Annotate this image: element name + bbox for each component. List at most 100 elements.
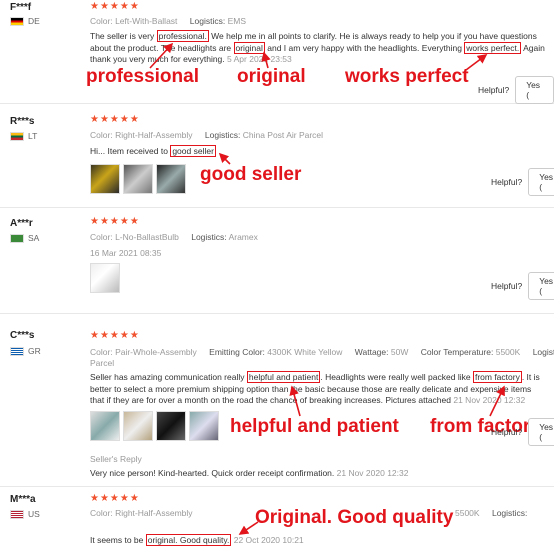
review-1: F***f DE ★★★★★ Color: Left-With-Ballast … bbox=[0, 0, 554, 104]
color-value: Pair-Whole-Assembly bbox=[115, 347, 197, 357]
seller-reply-text: Very nice person! Kind-hearted. Quick or… bbox=[90, 468, 408, 478]
color-temp-value: 5500K bbox=[455, 508, 480, 518]
logistics-label: Logistics bbox=[532, 347, 554, 357]
reviewer-country: SA bbox=[10, 233, 39, 243]
wattage-value: 50W bbox=[390, 347, 409, 357]
review-text: 16 Mar 2021 08:35 bbox=[90, 248, 545, 260]
color-temp-label: Color Temperature: bbox=[420, 347, 494, 357]
helpful-label: Helpful? bbox=[478, 85, 510, 95]
annotation-original: original bbox=[237, 66, 306, 87]
reviewer-name: A***r bbox=[10, 218, 33, 229]
helpful-group: Helpful? Yes ( bbox=[478, 76, 554, 104]
review-date: 22 Oct 2020 10:21 bbox=[233, 535, 304, 545]
star-rating: ★★★★★ bbox=[90, 216, 140, 227]
helpful-yes-button[interactable]: Yes ( bbox=[515, 76, 554, 104]
review-date: 21 Nov 2020 12:32 bbox=[453, 395, 526, 405]
review-photo[interactable] bbox=[156, 411, 186, 441]
helpful-yes-button[interactable]: Yes ( bbox=[528, 272, 554, 300]
review-meta: Color: Left-With-Ballast Logistics: EMS bbox=[90, 16, 256, 26]
flag-sa-icon bbox=[10, 233, 24, 243]
review-photo[interactable] bbox=[90, 164, 120, 194]
highlight-original: original bbox=[233, 41, 265, 54]
star-rating: ★★★★★ bbox=[90, 114, 140, 125]
helpful-group: Helpful? Yes ( bbox=[491, 418, 554, 446]
reviewer-country: DE bbox=[10, 16, 40, 26]
review-date: 16 Mar 2021 08:35 bbox=[90, 248, 162, 258]
review-photo[interactable] bbox=[123, 411, 153, 441]
country-code: US bbox=[28, 509, 40, 519]
reviewer-name: R***s bbox=[10, 116, 35, 127]
annotation-original-quality: Original. Good quality bbox=[255, 507, 454, 528]
review-date: 5 Apr 2021 23:53 bbox=[227, 54, 292, 64]
review-4: C***s GR ★★★★★ Color: Pair-Whole-Assembl… bbox=[0, 314, 554, 487]
reviewer-country: LT bbox=[10, 131, 37, 141]
review-photo[interactable] bbox=[156, 164, 186, 194]
color-label: Color: bbox=[90, 508, 113, 518]
seller-reply-heading: Seller's Reply bbox=[90, 454, 142, 464]
text-part: Seller has amazing communication really bbox=[90, 372, 247, 382]
color-label: Color: bbox=[90, 347, 113, 357]
text-part: It seems to be bbox=[90, 535, 146, 545]
color-temp-value: 5500K bbox=[495, 347, 521, 357]
logistics-label: Logistics: bbox=[191, 232, 227, 242]
star-rating: ★★★★★ bbox=[90, 493, 140, 504]
color-value: Right-Half-Assembly bbox=[115, 130, 193, 140]
helpful-label: Helpful? bbox=[491, 177, 523, 187]
text-part: The seller is very bbox=[90, 31, 157, 41]
highlight-good-seller: good seller bbox=[170, 145, 216, 157]
review-meta: Color: Right-Half-Assembly Logistics: Ch… bbox=[90, 130, 333, 140]
country-code: SA bbox=[28, 233, 40, 243]
highlight-from-factory: from factory bbox=[472, 371, 522, 383]
highlight-works-perfect: works perfect. bbox=[464, 41, 522, 54]
reviewer-country: US bbox=[10, 509, 40, 519]
star-rating: ★★★★★ bbox=[90, 1, 140, 12]
flag-de-icon bbox=[10, 16, 24, 26]
flag-gr-icon bbox=[10, 346, 24, 356]
color-value: Right-Half-Assembly bbox=[115, 508, 193, 518]
annotation-works-perfect: works perfect bbox=[345, 66, 469, 87]
color-label: Color: bbox=[90, 130, 113, 140]
review-photo[interactable] bbox=[90, 263, 120, 293]
highlight-professional: professional. bbox=[156, 30, 209, 42]
helpful-label: Helpful? bbox=[491, 281, 523, 291]
review-photo[interactable] bbox=[123, 164, 153, 194]
review-photo[interactable] bbox=[189, 411, 219, 441]
flag-us-icon bbox=[10, 509, 24, 519]
helpful-group: Helpful? Yes ( bbox=[491, 272, 554, 300]
logistics-value: China Post Air Parcel bbox=[242, 130, 324, 140]
emitting-color-value: 4300K White Yellow bbox=[267, 347, 343, 357]
text-part: Hi... Item received to bbox=[90, 146, 171, 156]
helpful-group: Helpful? Yes ( bbox=[491, 168, 554, 196]
highlight-helpful-patient: helpful and patient bbox=[246, 371, 321, 383]
review-text: It seems to be original. Good quality. 2… bbox=[90, 534, 545, 547]
color-label: Color: bbox=[90, 232, 113, 242]
reviewer-name: F***f bbox=[10, 2, 32, 13]
color-label: Color: bbox=[90, 16, 113, 26]
star-rating: ★★★★★ bbox=[90, 330, 140, 341]
country-code: GR bbox=[28, 346, 41, 356]
review-text: Seller has amazing communication really … bbox=[90, 371, 545, 407]
review-text: Hi... Item received to good seller bbox=[90, 145, 545, 158]
reply-text: Very nice person! Kind-hearted. Quick or… bbox=[90, 468, 337, 478]
review-3: A***r SA ★★★★★ Color: L-No-BallastBulb L… bbox=[0, 208, 554, 314]
text-part: and I am very happy with the headlights.… bbox=[264, 42, 465, 53]
flag-lt-icon bbox=[10, 131, 24, 141]
logistics-label: Logistics: bbox=[189, 16, 226, 26]
reviewer-name: M***a bbox=[10, 494, 36, 505]
annotation-professional: professional bbox=[86, 66, 199, 87]
logistics-value: Parcel bbox=[90, 358, 115, 368]
color-value: L-No-BallastBulb bbox=[115, 232, 179, 242]
review-meta: Color: Pair-Whole-Assembly Emitting Colo… bbox=[90, 347, 554, 357]
helpful-yes-button[interactable]: Yes ( bbox=[528, 418, 554, 446]
review-meta: Color: Right-Half-Assembly bbox=[90, 508, 203, 518]
review-5: M***a US ★★★★★ Color: Right-Half-Assembl… bbox=[0, 487, 554, 554]
annotation-helpful-patient: helpful and patient bbox=[230, 416, 399, 437]
color-value: Left-With-Ballast bbox=[115, 16, 178, 26]
helpful-yes-button[interactable]: Yes ( bbox=[528, 168, 554, 196]
country-code: LT bbox=[28, 131, 38, 141]
review-text: The seller is very professional. We help… bbox=[90, 30, 545, 66]
review-photo[interactable] bbox=[90, 411, 120, 441]
logistics-label: Logistics: bbox=[204, 130, 241, 140]
reviewer-name: C***s bbox=[10, 330, 35, 341]
helpful-label: Helpful? bbox=[491, 427, 523, 437]
